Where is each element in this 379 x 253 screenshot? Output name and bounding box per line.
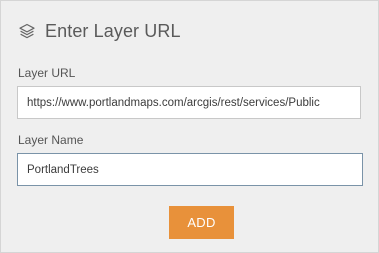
panel-header: Enter Layer URL: [18, 19, 181, 43]
layer-name-label: Layer Name: [18, 133, 84, 147]
enter-layer-url-panel: Enter Layer URL Layer URL Layer Name ADD: [0, 0, 379, 253]
layers-icon: [18, 22, 36, 40]
layer-url-label: Layer URL: [18, 66, 76, 80]
layer-name-input[interactable]: [17, 153, 363, 186]
layer-url-input[interactable]: [17, 86, 361, 119]
dialog-title: Enter Layer URL: [45, 20, 181, 41]
add-button[interactable]: ADD: [169, 206, 234, 239]
